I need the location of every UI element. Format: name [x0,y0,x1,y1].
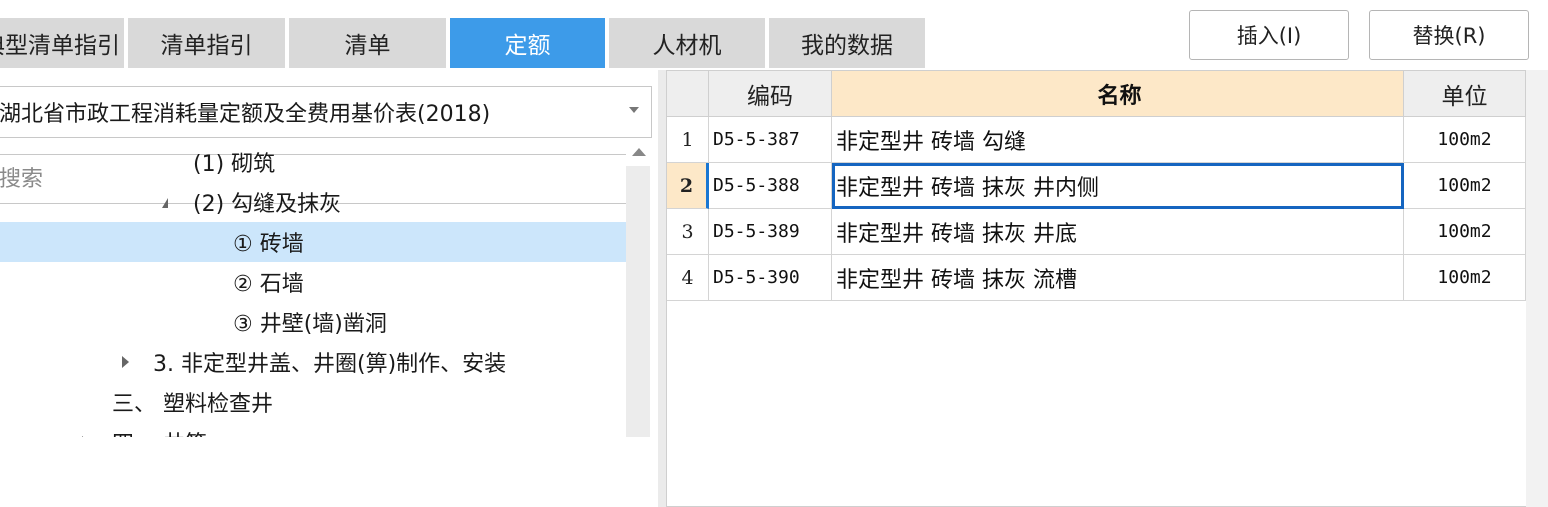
insert-button[interactable]: 插入(I) [1189,10,1349,60]
row-number[interactable]: 3 [667,209,709,255]
row-number[interactable]: 4 [667,255,709,301]
quota-grid: 编码 名称 单位 1 D5-5-387 非定型井 砖墙 勾缝 100m2 2 D… [666,70,1528,507]
cell-code[interactable]: D5-5-388 [709,163,832,209]
scrollbar-thumb[interactable] [626,166,650,437]
cell-unit[interactable]: 100m2 [1404,163,1526,209]
column-header-unit[interactable]: 单位 [1404,71,1526,117]
row-number-current[interactable]: 2 [667,163,709,209]
tree-node-selected[interactable]: ① 砖墙 [0,222,626,262]
row-number[interactable]: 1 [667,117,709,163]
collapsed-triangle-icon[interactable] [122,356,136,370]
tree-node-label: (2) 勾缝及抹灰 [193,192,342,217]
tree-node[interactable]: 四、 井筒 [0,422,626,437]
cell-name[interactable]: 非定型井 砖墙 抹灰 井底 [832,209,1404,255]
grid-right-margin [1526,70,1548,507]
tree-node[interactable]: ② 石墙 [0,262,626,302]
quota-library-select[interactable]: 湖北省市政工程消耗量定额及全费用基价表(2018) [0,86,652,138]
cell-code[interactable]: D5-5-390 [709,255,832,301]
cell-code[interactable]: D5-5-389 [709,209,832,255]
tree-node-label: 3. 非定型井盖、井圈(箅)制作、安装 [153,352,507,377]
grid-corner-cell[interactable] [667,71,709,117]
scroll-up-arrow-icon[interactable] [632,148,646,156]
tab-bill-guide[interactable]: 清单指引 [128,18,285,68]
tree-node-label: ① 砖墙 [233,232,304,257]
tree-node[interactable]: (1) 砌筑 [0,142,626,182]
tree-node-label: ③ 井壁(墙)凿洞 [233,312,387,337]
expanded-triangle-icon[interactable] [162,198,176,212]
tree-node[interactable]: ③ 井壁(墙)凿洞 [0,302,626,342]
tab-bar: 典型清单指引 清单指引 清单 定额 人材机 我的数据 插入(I) 替换(R) [0,0,1548,70]
tree-node-label: 三、 塑料检查井 [112,392,273,417]
cell-name-focused[interactable]: 非定型井 砖墙 抹灰 井内侧 [832,163,1404,209]
collapsed-triangle-icon[interactable] [82,436,96,437]
quota-library-value: 湖北省市政工程消耗量定额及全费用基价表(2018) [0,102,491,127]
tree-node-label: ② 石墙 [233,272,304,297]
quota-chapter-tree: (1) 砌筑 (2) 勾缝及抹灰 ① 砖墙 ② 石墙 ③ 井壁(墙)凿洞 3. … [0,142,626,437]
tree-node[interactable]: 三、 塑料检查井 [0,382,626,422]
cell-unit[interactable]: 100m2 [1404,209,1526,255]
dropdown-caret-icon[interactable] [629,107,639,113]
tab-my-data[interactable]: 我的数据 [769,18,925,68]
tree-node-label: (1) 砌筑 [193,152,276,177]
tab-labor-material-machine[interactable]: 人材机 [609,18,765,68]
column-header-name[interactable]: 名称 [832,71,1404,117]
tree-node-label: 四、 井筒 [112,426,207,437]
column-header-code[interactable]: 编码 [709,71,832,117]
cell-unit[interactable]: 100m2 [1404,117,1526,163]
tree-node[interactable]: (2) 勾缝及抹灰 [0,182,626,222]
cell-unit[interactable]: 100m2 [1404,255,1526,301]
panel-splitter[interactable] [658,70,666,507]
tab-typical-bill-guide[interactable]: 典型清单指引 [0,18,124,68]
tree-node[interactable]: 3. 非定型井盖、井圈(箅)制作、安装 [0,342,626,382]
cell-name[interactable]: 非定型井 砖墙 勾缝 [832,117,1404,163]
replace-button[interactable]: 替换(R) [1369,10,1529,60]
tree-scrollbar[interactable] [626,142,652,437]
tab-quota[interactable]: 定额 [450,18,605,68]
cell-code[interactable]: D5-5-387 [709,117,832,163]
tab-bill[interactable]: 清单 [289,18,446,68]
cell-name[interactable]: 非定型井 砖墙 抹灰 流槽 [832,255,1404,301]
